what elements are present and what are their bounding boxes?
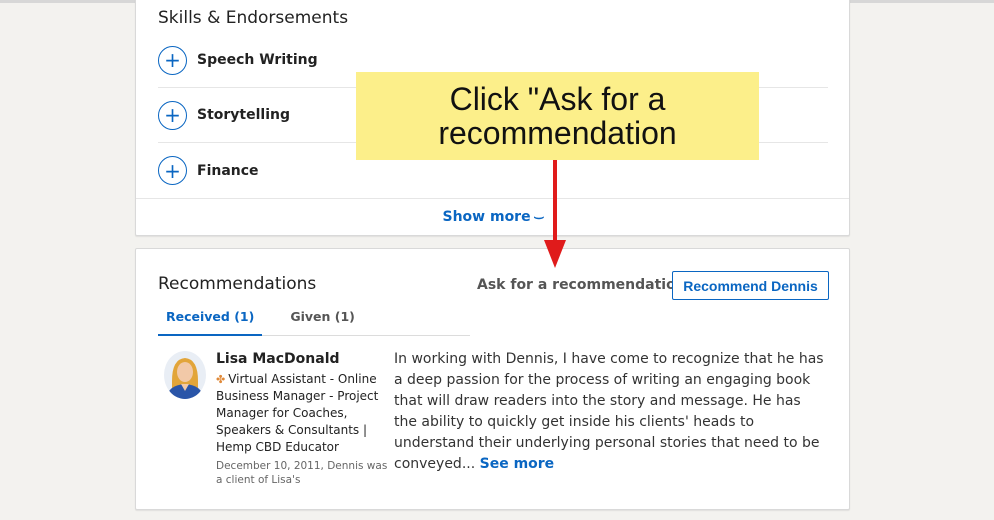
skill-name[interactable]: Speech Writing	[197, 52, 318, 68]
endorse-plus-icon[interactable]: +	[158, 156, 187, 185]
recommendations-card: Recommendations Ask for a recommendation…	[135, 248, 850, 510]
pointer-arrow-shaft	[553, 160, 557, 242]
skills-card-footer: Show more ⌣	[136, 198, 849, 235]
skills-section-title: Skills & Endorsements	[158, 8, 349, 28]
recommendation-text: In working with Dennis, I have come to r…	[394, 349, 824, 475]
skill-name[interactable]: Storytelling	[197, 107, 290, 123]
endorse-plus-icon[interactable]: +	[158, 45, 187, 75]
recommendations-section-title: Recommendations	[158, 274, 317, 294]
see-more-link[interactable]: See more	[480, 456, 555, 472]
maple-leaf-icon: ✤	[216, 373, 226, 386]
recommendation-body: In working with Dennis, I have come to r…	[394, 351, 824, 472]
recommender-headline: ✤ Virtual Assistant - Online Business Man…	[216, 371, 386, 456]
instruction-callout: Click "Ask for a recommendation	[356, 72, 759, 160]
recommendation-date: December 10, 2011, Dennis was a client o…	[216, 460, 388, 486]
pointer-arrow-head-icon	[544, 240, 566, 268]
endorse-plus-icon[interactable]: +	[158, 100, 187, 130]
tab-given[interactable]: Given (1)	[282, 305, 363, 336]
show-more-button[interactable]: Show more ⌣	[442, 209, 545, 225]
recommender-headline-text: Virtual Assistant - Online Business Mana…	[216, 372, 379, 454]
skill-name[interactable]: Finance	[197, 163, 259, 179]
recommendation-tabs: Received (1) Given (1)	[158, 305, 470, 336]
ask-for-recommendation-link[interactable]: Ask for a recommendation	[477, 277, 686, 293]
tab-received[interactable]: Received (1)	[158, 305, 263, 336]
recommend-dennis-button[interactable]: Recommend Dennis	[672, 271, 829, 300]
recommender-photo	[164, 351, 206, 399]
recommender-name[interactable]: Lisa MacDonald	[216, 351, 340, 367]
avatar[interactable]	[164, 351, 206, 399]
chevron-down-icon: ⌣	[533, 209, 545, 224]
show-more-label: Show more	[442, 209, 531, 225]
